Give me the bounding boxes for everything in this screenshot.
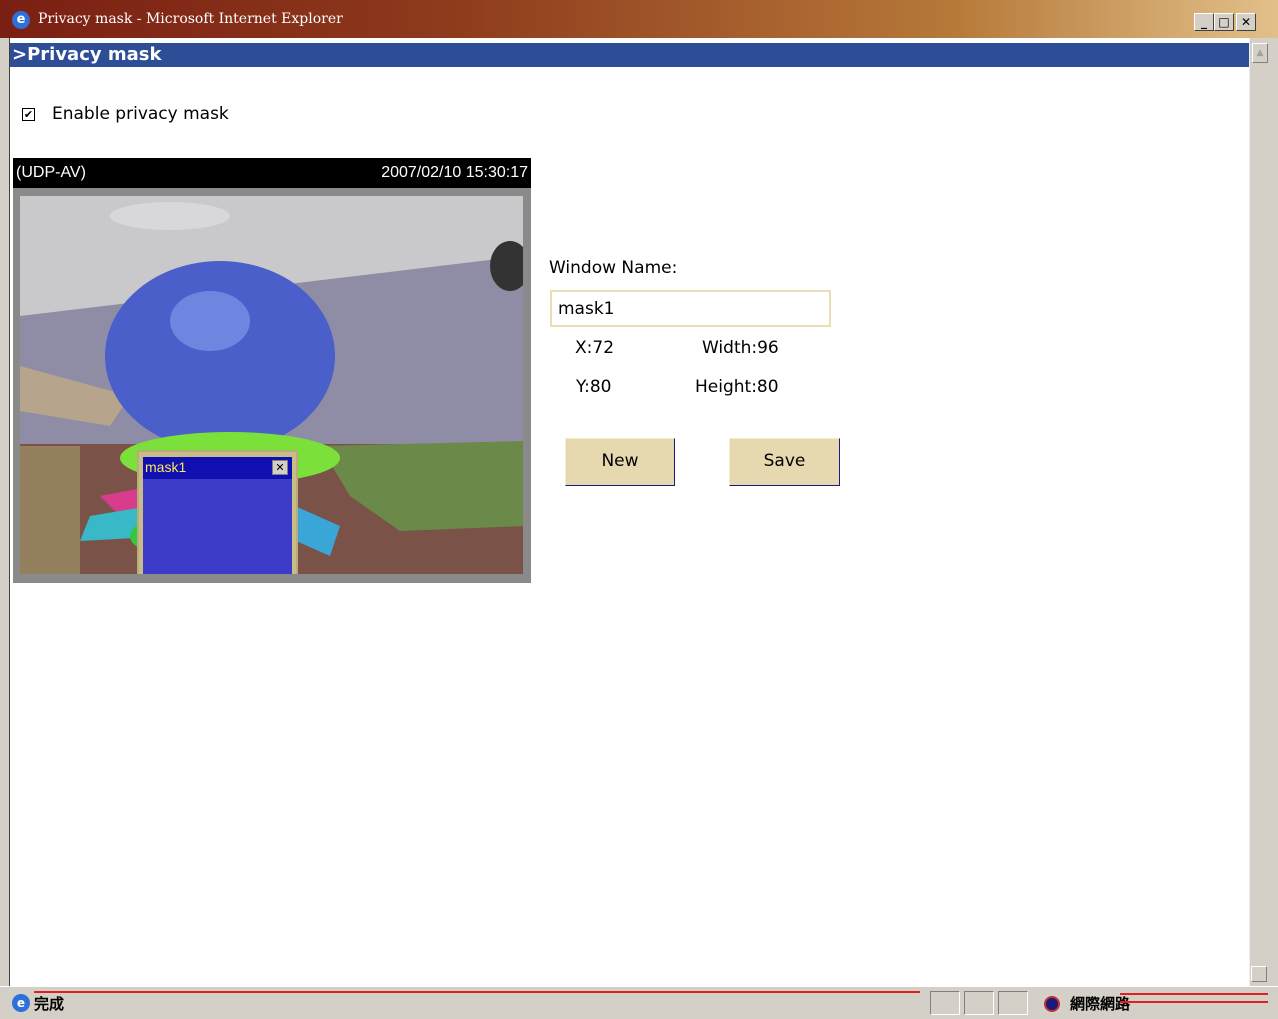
video-timestamp: 2007/02/10 15:30:17: [381, 164, 528, 181]
page-content: >Privacy mask ✔ Enable privacy mask (UDP…: [9, 38, 1249, 986]
new-button[interactable]: New: [565, 438, 675, 486]
window-titlebar: e Privacy mask - Microsoft Internet Expl…: [0, 0, 1278, 38]
zone-decoration: [1120, 993, 1268, 1003]
maximize-button[interactable]: □: [1214, 13, 1234, 31]
minimize-button[interactable]: _: [1194, 13, 1214, 31]
ie-icon: e: [12, 11, 30, 29]
status-text: 完成: [34, 995, 65, 1013]
mask-name: mask1: [145, 459, 187, 475]
width-value: Width:96: [702, 338, 779, 358]
status-bar: e 完成 網際網路: [0, 986, 1278, 1019]
page-done-icon: e: [12, 994, 30, 1012]
mask-window[interactable]: mask1 ✕: [137, 450, 298, 574]
video-info-bar: (UDP-AV) 2007/02/10 15:30:17: [13, 158, 531, 188]
video-viewer: (UDP-AV) 2007/02/10 15:30:17 mask1 ✕: [13, 158, 531, 583]
enable-privacy-mask-checkbox[interactable]: ✔: [22, 108, 35, 121]
window-name-label: Window Name:: [549, 258, 678, 278]
window-title: Privacy mask - Microsoft Internet Explor…: [38, 11, 343, 27]
vertical-scrollbar[interactable]: ▲: [1249, 38, 1271, 986]
status-cell: [930, 991, 960, 1015]
status-cell: [964, 991, 994, 1015]
close-button[interactable]: ✕: [1236, 13, 1256, 31]
status-progress-line: [34, 991, 920, 993]
page-title: >Privacy mask: [10, 43, 1249, 67]
mask-area[interactable]: [143, 479, 292, 574]
x-coordinate: X:72: [575, 338, 615, 358]
internet-zone-icon: [1044, 996, 1060, 1012]
mask-titlebar[interactable]: mask1 ✕: [143, 457, 292, 479]
scroll-up-icon[interactable]: ▲: [1252, 43, 1268, 63]
y-coordinate: Y:80: [576, 377, 612, 397]
enable-privacy-mask-label[interactable]: Enable privacy mask: [52, 104, 229, 124]
mask-close-icon[interactable]: ✕: [272, 460, 288, 475]
save-button[interactable]: Save: [729, 438, 840, 486]
camera-image[interactable]: mask1 ✕: [20, 196, 523, 574]
height-value: Height:80: [695, 377, 779, 397]
video-protocol: (UDP-AV): [16, 164, 86, 181]
status-cell: [998, 991, 1028, 1015]
window-name-input[interactable]: [550, 290, 831, 327]
resize-grip-icon[interactable]: [1251, 966, 1267, 982]
